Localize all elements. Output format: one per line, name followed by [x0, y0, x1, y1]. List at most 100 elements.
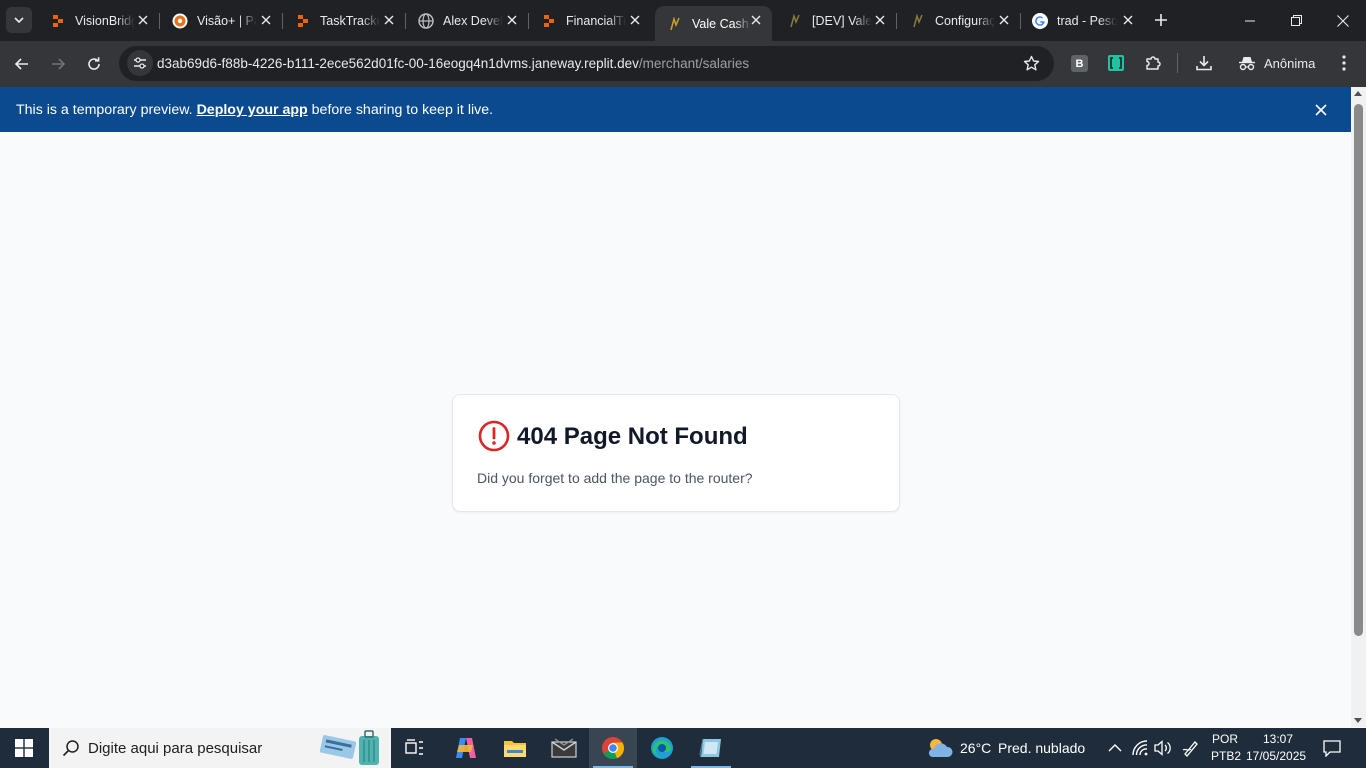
banner-message: This is a temporary preview. Deploy your…: [16, 102, 493, 118]
replit-icon: [50, 13, 66, 29]
close-icon[interactable]: [381, 12, 397, 28]
windows-taskbar: Digite aqui para pesquisar 26°C Pred. nu…: [0, 728, 1366, 768]
volume-button[interactable]: [1153, 738, 1173, 758]
browser-tab-strip: VisionBridge Visão+ | Painel TaskTracker…: [0, 0, 1366, 41]
minimize-icon: [1245, 20, 1255, 21]
search-icon: [62, 740, 79, 757]
tab-visao[interactable]: Visão+ | Painel: [160, 6, 283, 35]
tab-alex-developer[interactable]: Alex Developer: [406, 6, 529, 35]
back-button[interactable]: [7, 49, 37, 79]
replit-icon: [541, 13, 557, 29]
tab-separator: [896, 13, 897, 29]
weather-cloud-sun-icon[interactable]: [926, 737, 954, 759]
close-icon[interactable]: [135, 12, 151, 28]
pen-button[interactable]: [1181, 738, 1201, 758]
page-scrollbar[interactable]: [1351, 87, 1366, 727]
reload-button[interactable]: [79, 49, 109, 79]
tab-tasktracker[interactable]: TaskTracker: [283, 6, 406, 35]
scroll-down-arrow-icon[interactable]: [1354, 718, 1362, 723]
network-button[interactable]: [1130, 738, 1150, 758]
tab-dev-vale-cash[interactable]: [DEV] Vale Cash: [775, 6, 897, 35]
bracket-extension-icon: [1108, 55, 1124, 71]
tab-trad-pesquisa[interactable]: trad - Pesquisa Google: [1020, 6, 1144, 35]
star-icon: [1023, 55, 1039, 70]
pulse-icon: [667, 16, 683, 32]
chrome-taskbar-button[interactable]: [589, 728, 637, 768]
downloads-button[interactable]: [1189, 48, 1219, 78]
tab-title: trad - Pesquisa Google: [1057, 13, 1117, 28]
site-info-button[interactable]: [127, 50, 153, 76]
show-hidden-icons-button[interactable]: [1105, 738, 1125, 758]
pen-icon: [1182, 741, 1198, 757]
not-found-card: 404 Page Not Found Did you forget to add…: [452, 394, 900, 512]
clock-time[interactable]: 13:07: [1263, 732, 1293, 746]
new-tab-button[interactable]: [1149, 8, 1173, 32]
restore-button[interactable]: [1273, 0, 1319, 41]
tab-title: [DEV] Vale Cash: [812, 13, 872, 28]
incognito-profile-button[interactable]: Anônima: [1230, 48, 1327, 78]
google-icon: [1032, 12, 1048, 29]
close-icon[interactable]: [627, 12, 643, 28]
profile-label: Anônima: [1264, 55, 1316, 71]
forward-button[interactable]: [43, 49, 73, 79]
task-view-icon: [405, 739, 423, 755]
app-window-icon: [699, 738, 721, 758]
tab-visionbridge[interactable]: VisionBridge: [38, 6, 160, 35]
start-button[interactable]: [0, 728, 48, 768]
tab-configuracoes[interactable]: Configurações: [898, 6, 1021, 35]
close-icon[interactable]: [748, 12, 764, 28]
weather-description[interactable]: Pred. nublado: [998, 740, 1085, 756]
task-view-button[interactable]: [391, 728, 439, 768]
plus-icon: [1155, 14, 1167, 26]
extension-b-button[interactable]: B: [1071, 55, 1088, 72]
weather-temp[interactable]: 26°C: [960, 740, 991, 756]
tab-title: Visão+ | Painel: [197, 13, 257, 28]
more-vert-icon: [1342, 55, 1346, 71]
folder-icon: [504, 741, 526, 757]
tab-title: Alex Developer: [443, 13, 503, 28]
arrow-right-icon: [52, 58, 66, 70]
close-icon[interactable]: [1120, 12, 1136, 28]
extension-bracket-button[interactable]: [1101, 48, 1131, 78]
address-bar[interactable]: d3ab69d6-f88b-4226-b111-2ece562d01fc-00-…: [119, 46, 1054, 81]
close-icon[interactable]: [996, 12, 1012, 28]
wifi-icon: [1132, 740, 1148, 756]
scroll-up-arrow-icon[interactable]: [1354, 91, 1362, 96]
globe-icon: [418, 12, 434, 29]
mail-button[interactable]: [540, 728, 588, 768]
bookmark-button[interactable]: [1022, 54, 1040, 72]
extensions-button[interactable]: [1138, 48, 1168, 78]
tab-vale-cash[interactable]: Vale Cash: [655, 6, 772, 41]
deploy-link[interactable]: Deploy your app: [197, 102, 308, 118]
search-placeholder: Digite aqui para pesquisar: [88, 740, 263, 757]
notifications-button[interactable]: [1322, 738, 1342, 758]
speaker-icon: [1154, 740, 1171, 756]
close-icon[interactable]: [258, 12, 274, 28]
close-icon[interactable]: [872, 12, 888, 28]
clock-date[interactable]: 17/05/2025: [1246, 749, 1306, 763]
tab-financialtrack[interactable]: FinancialTrack: [529, 6, 651, 35]
restore-icon: [1290, 15, 1302, 26]
language-indicator[interactable]: POR: [1212, 732, 1238, 746]
tab-search-button[interactable]: [6, 7, 32, 33]
chrome-icon: [602, 737, 625, 760]
replit-icon: [295, 13, 311, 29]
url-host: d3ab69d6-f88b-4226-b111-2ece562d01fc-00-…: [157, 56, 639, 71]
taskbar-search-box[interactable]: Digite aqui para pesquisar: [49, 728, 391, 768]
notification-icon: [1323, 740, 1341, 757]
banner-close-button[interactable]: [1311, 100, 1331, 120]
chevron-down-icon: [14, 17, 24, 24]
browser-menu-button[interactable]: [1329, 48, 1359, 78]
windows-logo-icon: [15, 739, 33, 757]
file-explorer-button[interactable]: [491, 728, 539, 768]
close-window-button[interactable]: [1320, 0, 1366, 41]
travel-illustration-icon: [319, 730, 379, 765]
tab-title: FinancialTrack: [566, 13, 626, 28]
edge-button[interactable]: [638, 728, 686, 768]
app-taskbar-button[interactable]: [687, 728, 735, 768]
minimize-button[interactable]: [1227, 0, 1273, 41]
copilot-button[interactable]: [442, 728, 490, 768]
close-icon[interactable]: [504, 12, 520, 28]
scrollbar-thumb[interactable]: [1354, 104, 1363, 636]
keyboard-layout[interactable]: PTB2: [1211, 749, 1241, 763]
